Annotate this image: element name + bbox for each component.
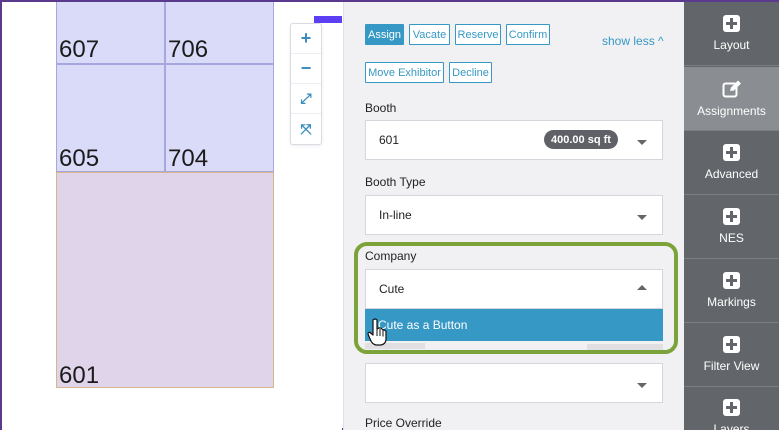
chevron-down-icon: [637, 383, 647, 388]
right-sidebar: Layout Assignments Advanced NES Markings…: [684, 2, 779, 430]
toolbar-indicator: [314, 16, 342, 23]
booth-number: 607: [59, 36, 100, 63]
booth-number: 605: [59, 145, 100, 172]
expand-icon[interactable]: ⤢: [291, 84, 321, 114]
booth-601[interactable]: 601: [56, 172, 274, 389]
booth-number: 601: [59, 362, 100, 389]
company-value: Cute: [379, 282, 405, 296]
fit-icon[interactable]: ⤧: [291, 114, 321, 144]
sidebar-item-layout[interactable]: Layout: [684, 2, 779, 66]
show-less-link[interactable]: show less ^: [602, 34, 664, 48]
booth-number: 704: [168, 145, 209, 172]
booth-number: 706: [168, 36, 209, 63]
zoom-controls: + − ⤢ ⤧: [290, 23, 322, 145]
exhibitor-select[interactable]: [365, 363, 663, 403]
sidebar-item-markings[interactable]: Markings: [684, 259, 779, 323]
confirm-button[interactable]: Confirm: [506, 24, 550, 45]
sidebar-item-label: Advanced: [704, 167, 759, 181]
vacate-button[interactable]: Vacate: [409, 24, 450, 45]
plus-icon: [723, 272, 740, 289]
sidebar-item-filter-view[interactable]: Filter View: [684, 323, 779, 387]
plus-icon: [723, 144, 740, 161]
company-option-label: Cute as a Button: [378, 318, 468, 332]
chevron-up-icon: [637, 285, 647, 290]
sidebar-item-nes[interactable]: NES: [684, 195, 779, 259]
sidebar-item-label: Filter View: [703, 359, 760, 373]
hand-cursor-icon: [367, 318, 387, 346]
sidebar-item-label: NES: [719, 231, 744, 245]
booth-607[interactable]: 607: [56, 2, 165, 64]
sidebar-item-label: Layout: [713, 38, 750, 52]
decline-button[interactable]: Decline: [449, 62, 492, 83]
sidebar-item-advanced[interactable]: Advanced: [684, 131, 779, 195]
zoom-out-button[interactable]: −: [291, 54, 321, 84]
booth-label: Booth: [365, 101, 397, 115]
booth-605[interactable]: 605: [56, 64, 165, 172]
floor-plan-canvas[interactable]: 607 706 605 704 601 + − ⤢ ⤧: [2, 2, 342, 430]
reserve-button[interactable]: Reserve: [455, 24, 501, 45]
booth-706[interactable]: 706: [165, 2, 274, 64]
sidebar-item-assignments[interactable]: Assignments: [684, 67, 779, 131]
booth-size-badge: 400.00 sq ft: [544, 130, 618, 149]
sidebar-item-layers[interactable]: Layers: [684, 387, 779, 430]
edit-icon: [722, 80, 741, 97]
company-select[interactable]: Cute: [365, 269, 663, 309]
plus-icon: [723, 399, 740, 416]
assign-button[interactable]: Assign: [365, 24, 404, 45]
booth-type-select[interactable]: In-line: [365, 195, 663, 235]
chevron-down-icon: [637, 140, 647, 145]
zoom-in-button[interactable]: +: [291, 24, 321, 54]
chevron-down-icon: [637, 215, 647, 220]
plus-icon: [723, 15, 740, 32]
move-exhibitor-button[interactable]: Move Exhibitor: [365, 62, 444, 83]
plus-icon: [723, 208, 740, 225]
plus-icon: [723, 336, 740, 353]
booth-select[interactable]: 601 400.00 sq ft: [365, 120, 663, 160]
obscured-toggle: [587, 344, 663, 350]
booth-type-value: In-line: [379, 208, 412, 222]
booth-value: 601: [379, 133, 400, 147]
booth-704[interactable]: 704: [165, 64, 274, 172]
assignment-panel: Assign Vacate Reserve Confirm show less …: [343, 2, 684, 430]
company-label: Company: [365, 249, 417, 263]
sidebar-item-label: Layers: [713, 422, 750, 430]
sidebar-item-label: Markings: [707, 295, 756, 309]
sidebar-item-label: Assignments: [697, 103, 766, 118]
price-override-label: Price Override: [365, 416, 442, 430]
booth-type-label: Booth Type: [365, 175, 426, 189]
company-option[interactable]: Cute as a Button: [365, 309, 663, 341]
